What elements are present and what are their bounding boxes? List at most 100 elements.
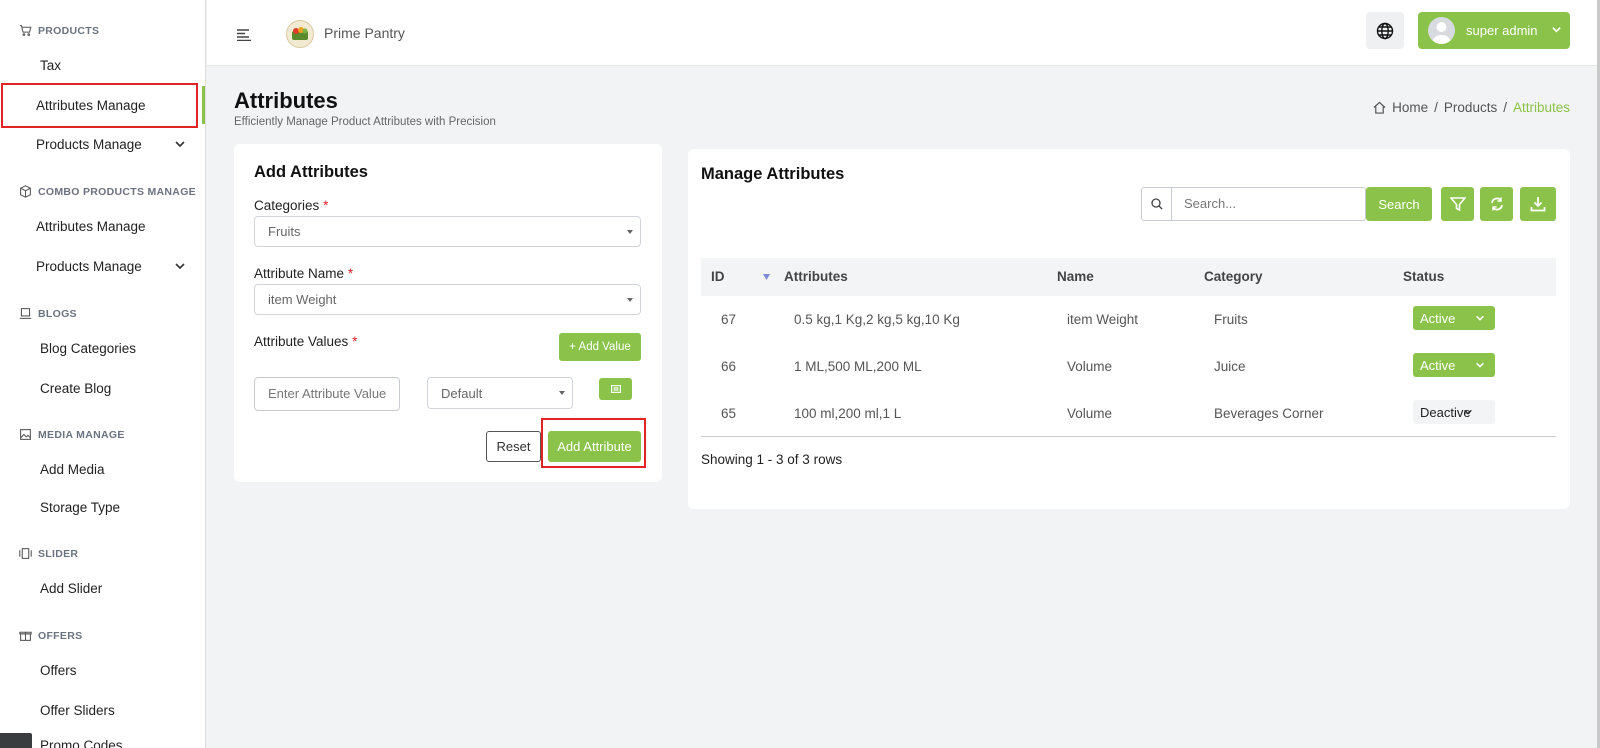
- sidebar-section-products: PRODUCTS: [19, 24, 99, 37]
- chevron-down-icon: [1464, 409, 1472, 415]
- pagination-info: Showing 1 - 3 of 3 rows: [701, 452, 843, 467]
- user-menu-button[interactable]: super admin: [1418, 12, 1570, 49]
- filter-icon: [1449, 197, 1466, 212]
- refresh-button[interactable]: [1480, 187, 1513, 221]
- search-button[interactable]: Search: [1366, 187, 1432, 221]
- attribute-name-select[interactable]: item Weight: [254, 284, 641, 315]
- status-dropdown[interactable]: Active: [1413, 306, 1495, 330]
- sidebar-section-title: MEDIA MANAGE: [38, 428, 125, 441]
- highlight-box: [541, 418, 646, 468]
- cell-name: item Weight: [1067, 312, 1139, 327]
- attribute-value-input[interactable]: Enter Attribute Value: [254, 377, 400, 411]
- categories-select[interactable]: Fruits: [254, 216, 641, 247]
- cell-attributes: 100 ml,200 ml,1 L: [794, 406, 902, 421]
- gift-icon: [19, 631, 32, 641]
- laptop-icon: [19, 308, 32, 319]
- sidebar-section-slider: SLIDER: [19, 547, 78, 560]
- sidebar-item-combo-products-manage[interactable]: Products Manage: [0, 247, 205, 285]
- status-dropdown[interactable]: Deactive: [1413, 400, 1495, 424]
- breadcrumb-current: Attributes: [1512, 100, 1570, 115]
- table-row: 67 0.5 kg,1 Kg,2 kg,5 kg,10 Kg item Weig…: [701, 296, 1556, 343]
- sidebar-section-title: BLOGS: [38, 307, 77, 320]
- chevron-down-icon: [1476, 362, 1484, 368]
- sidebar-item-create-blog[interactable]: Create Blog: [0, 369, 205, 407]
- sidebar-section-title: COMBO PRODUCTS MANAGE: [38, 185, 196, 198]
- attribute-name-label: Attribute Name *: [254, 266, 354, 281]
- table-header: ID Attributes Name Category Status: [701, 258, 1556, 296]
- column-header-name[interactable]: Name: [1057, 269, 1094, 284]
- cell-name: Volume: [1067, 359, 1113, 374]
- image-icon: [20, 429, 31, 440]
- cell-category: Fruits: [1214, 312, 1248, 327]
- breadcrumb: Home / Products / Attributes: [1373, 100, 1570, 115]
- cell-category: Beverages Corner: [1214, 406, 1324, 421]
- filter-button[interactable]: [1441, 187, 1474, 221]
- cell-id: 65: [721, 406, 737, 421]
- basket-icon: [292, 27, 308, 40]
- sort-desc-icon[interactable]: [763, 274, 770, 280]
- language-button[interactable]: [1366, 12, 1404, 49]
- corner-badge: [0, 733, 32, 748]
- chevron-down-icon: [1552, 27, 1561, 33]
- sidebar-item-add-slider[interactable]: Add Slider: [0, 569, 205, 607]
- brand-name: Prime Pantry: [324, 25, 405, 41]
- sidebar-section-title: PRODUCTS: [38, 24, 100, 37]
- avatar: [1428, 17, 1455, 44]
- chevron-down-icon: [1476, 315, 1484, 321]
- value-action-button[interactable]: [599, 378, 632, 400]
- download-icon: [1530, 197, 1546, 212]
- home-icon: [1373, 101, 1386, 114]
- breadcrumb-home[interactable]: Home: [1392, 100, 1428, 115]
- sidebar-section-blogs: BLOGS: [19, 307, 77, 320]
- sidebar-section-media: MEDIA MANAGE: [19, 428, 125, 441]
- sidebar-item-products-manage[interactable]: Products Manage: [0, 125, 205, 163]
- search-icon-wrap: [1142, 188, 1172, 220]
- page-title: Attributes: [234, 88, 338, 113]
- menu-toggle-icon[interactable]: [237, 29, 251, 41]
- column-header-status[interactable]: Status: [1403, 269, 1444, 284]
- user-icon: [1431, 22, 1452, 44]
- value-type-select[interactable]: Default: [427, 377, 573, 409]
- table-row: 66 1 ML,500 ML,200 ML Volume Juice Activ…: [701, 343, 1556, 390]
- attribute-values-label: Attribute Values *: [254, 334, 358, 349]
- globe-icon: [1376, 22, 1394, 39]
- refresh-icon: [1490, 197, 1503, 211]
- table-divider: [701, 436, 1556, 437]
- sidebar-item-add-media[interactable]: Add Media: [0, 450, 205, 488]
- cell-attributes: 0.5 kg,1 Kg,2 kg,5 kg,10 Kg: [794, 312, 960, 327]
- sidebar-section-combo: COMBO PRODUCTS MANAGE: [19, 185, 196, 198]
- add-value-button[interactable]: + Add Value: [559, 333, 641, 361]
- sidebar-item-offers[interactable]: Offers: [0, 651, 205, 689]
- add-attributes-title: Add Attributes: [254, 163, 368, 181]
- page-subtitle: Efficiently Manage Product Attributes wi…: [234, 116, 496, 128]
- breadcrumb-separator: /: [1503, 100, 1507, 115]
- chevron-down-icon: [175, 141, 185, 148]
- sidebar-item-tax[interactable]: Tax: [0, 46, 205, 84]
- list-icon: [610, 385, 621, 393]
- cell-category: Juice: [1214, 359, 1246, 374]
- cell-name: Volume: [1067, 406, 1113, 421]
- cart-icon: [19, 25, 32, 36]
- column-header-id[interactable]: ID: [711, 269, 725, 284]
- chevron-down-icon: [175, 263, 185, 270]
- sidebar: PRODUCTS Tax Attributes Manage Products …: [0, 0, 206, 748]
- active-indicator: [202, 86, 205, 124]
- sidebar-item-combo-attributes-manage[interactable]: Attributes Manage: [0, 207, 205, 245]
- highlight-box: [1, 83, 198, 128]
- table-row: 65 100 ml,200 ml,1 L Volume Beverages Co…: [701, 390, 1556, 437]
- breadcrumb-products[interactable]: Products: [1444, 100, 1497, 115]
- download-button[interactable]: [1520, 187, 1556, 221]
- sidebar-section-title: OFFERS: [38, 629, 83, 642]
- sidebar-item-offer-sliders[interactable]: Offer Sliders: [0, 691, 205, 729]
- search-input[interactable]: Search...: [1172, 188, 1236, 220]
- column-header-attributes[interactable]: Attributes: [784, 269, 848, 284]
- column-header-category[interactable]: Category: [1204, 269, 1263, 284]
- search-box: Search...: [1141, 187, 1366, 221]
- sidebar-section-offers: OFFERS: [19, 629, 82, 642]
- status-dropdown[interactable]: Active: [1413, 353, 1495, 377]
- reset-button[interactable]: Reset: [486, 431, 541, 462]
- user-name: super admin: [1466, 23, 1538, 38]
- sidebar-item-blog-categories[interactable]: Blog Categories: [0, 329, 205, 367]
- sidebar-item-storage-type[interactable]: Storage Type: [0, 488, 205, 526]
- sidebar-section-title: SLIDER: [38, 547, 79, 560]
